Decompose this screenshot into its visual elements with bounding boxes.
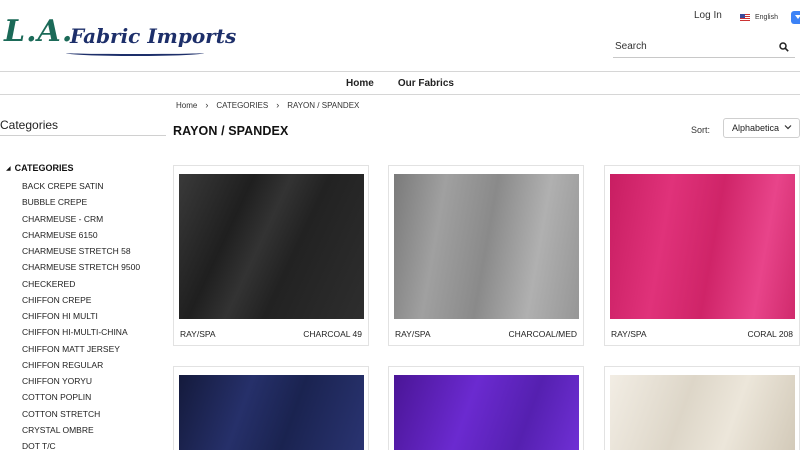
language-selector[interactable]: English xyxy=(740,10,800,24)
logo-initials: L.A. xyxy=(4,14,74,49)
page-title: RAYON / SPANDEX xyxy=(173,124,289,138)
category-item[interactable]: BACK CREPE SATIN xyxy=(0,178,166,194)
sort-select[interactable]: Alphabetica xyxy=(723,118,800,138)
product-name[interactable]: CHARCOAL/MED xyxy=(509,329,577,339)
sort-value: Alphabetica xyxy=(732,123,780,133)
main-nav: Home Our Fabrics xyxy=(0,71,800,95)
logo-wordmark: Fabric Imports xyxy=(70,24,237,48)
product-card[interactable] xyxy=(604,366,800,450)
triangle-down-icon: ◢ xyxy=(6,165,11,172)
product-type: RAY/SPA xyxy=(395,329,431,339)
sidebar-title: Categories xyxy=(0,118,166,136)
category-item[interactable]: CHECKERED xyxy=(0,276,166,292)
category-item[interactable]: CHIFFON MATT JERSEY xyxy=(0,341,166,357)
search-input[interactable] xyxy=(613,41,773,52)
nav-home[interactable]: Home xyxy=(346,78,374,89)
product-card[interactable]: RAY/SPA CHARCOAL 49 xyxy=(173,165,369,346)
category-item[interactable]: CHIFFON REGULAR xyxy=(0,357,166,373)
category-item[interactable]: COTTON POPLIN xyxy=(0,389,166,405)
caret-down-icon xyxy=(794,15,800,19)
chevron-right-icon: › xyxy=(276,100,280,110)
product-name[interactable]: CORAL 208 xyxy=(747,329,793,339)
fabric-swatch-image[interactable] xyxy=(394,375,579,450)
category-item[interactable]: CHIFFON HI-MULTI-CHINA xyxy=(0,324,166,340)
category-root-label: CATEGORIES xyxy=(14,163,74,173)
language-label: English xyxy=(755,13,778,21)
fabric-swatch-image[interactable] xyxy=(179,375,364,450)
sort-label: Sort: xyxy=(691,125,711,135)
us-flag-icon xyxy=(740,13,750,21)
search-icon[interactable] xyxy=(779,42,789,52)
site-header: L.A. Fabric Imports Log In English xyxy=(0,0,800,72)
product-card[interactable] xyxy=(388,366,584,450)
breadcrumb-current: RAYON / SPANDEX xyxy=(287,100,360,110)
product-type: RAY/SPA xyxy=(180,329,216,339)
search-bar xyxy=(613,36,795,58)
category-item[interactable]: DOT T/C xyxy=(0,438,166,450)
category-item[interactable]: CHARMEUSE 6150 xyxy=(0,227,166,243)
category-sidebar: Categories ◢ CATEGORIES BACK CREPE SATIN… xyxy=(0,118,166,450)
product-type: RAY/SPA xyxy=(611,329,647,339)
chevron-right-icon: › xyxy=(205,100,209,110)
category-item[interactable]: BUBBLE CREPE xyxy=(0,194,166,210)
category-item[interactable]: CHIFFON YORYU xyxy=(0,373,166,389)
category-item[interactable]: CHARMEUSE - CRM xyxy=(0,211,166,227)
category-item[interactable]: COTTON STRETCH xyxy=(0,406,166,422)
chevron-down-icon xyxy=(784,125,792,130)
fabric-swatch-image[interactable] xyxy=(179,174,364,319)
breadcrumb-categories[interactable]: CATEGORIES xyxy=(216,101,268,110)
product-card[interactable] xyxy=(173,366,369,450)
category-item[interactable]: CHIFFON CREPE xyxy=(0,292,166,308)
nav-our-fabrics[interactable]: Our Fabrics xyxy=(398,78,454,89)
fabric-swatch-image[interactable] xyxy=(610,375,795,450)
breadcrumb-home[interactable]: Home xyxy=(176,101,197,110)
category-list: BACK CREPE SATIN BUBBLE CREPE CHARMEUSE … xyxy=(0,178,166,450)
product-name[interactable]: CHARCOAL 49 xyxy=(303,329,362,339)
product-card[interactable]: RAY/SPA CORAL 208 xyxy=(604,165,800,346)
category-item[interactable]: CHARMEUSE STRETCH 58 xyxy=(0,243,166,259)
category-item[interactable]: CRYSTAL OMBRE xyxy=(0,422,166,438)
login-link[interactable]: Log In xyxy=(694,10,722,21)
category-item[interactable]: CHARMEUSE STRETCH 9500 xyxy=(0,259,166,275)
category-root[interactable]: ◢ CATEGORIES xyxy=(0,162,166,174)
category-item[interactable]: CHIFFON HI MULTI xyxy=(0,308,166,324)
language-dropdown-button[interactable] xyxy=(790,10,800,24)
fabric-swatch-image[interactable] xyxy=(394,174,579,319)
logo-swoosh xyxy=(66,50,204,56)
site-logo[interactable]: L.A. Fabric Imports xyxy=(4,14,236,58)
product-card[interactable]: RAY/SPA CHARCOAL/MED xyxy=(388,165,584,346)
breadcrumb: Home › CATEGORIES › RAYON / SPANDEX xyxy=(176,100,359,110)
fabric-swatch-image[interactable] xyxy=(610,174,795,319)
